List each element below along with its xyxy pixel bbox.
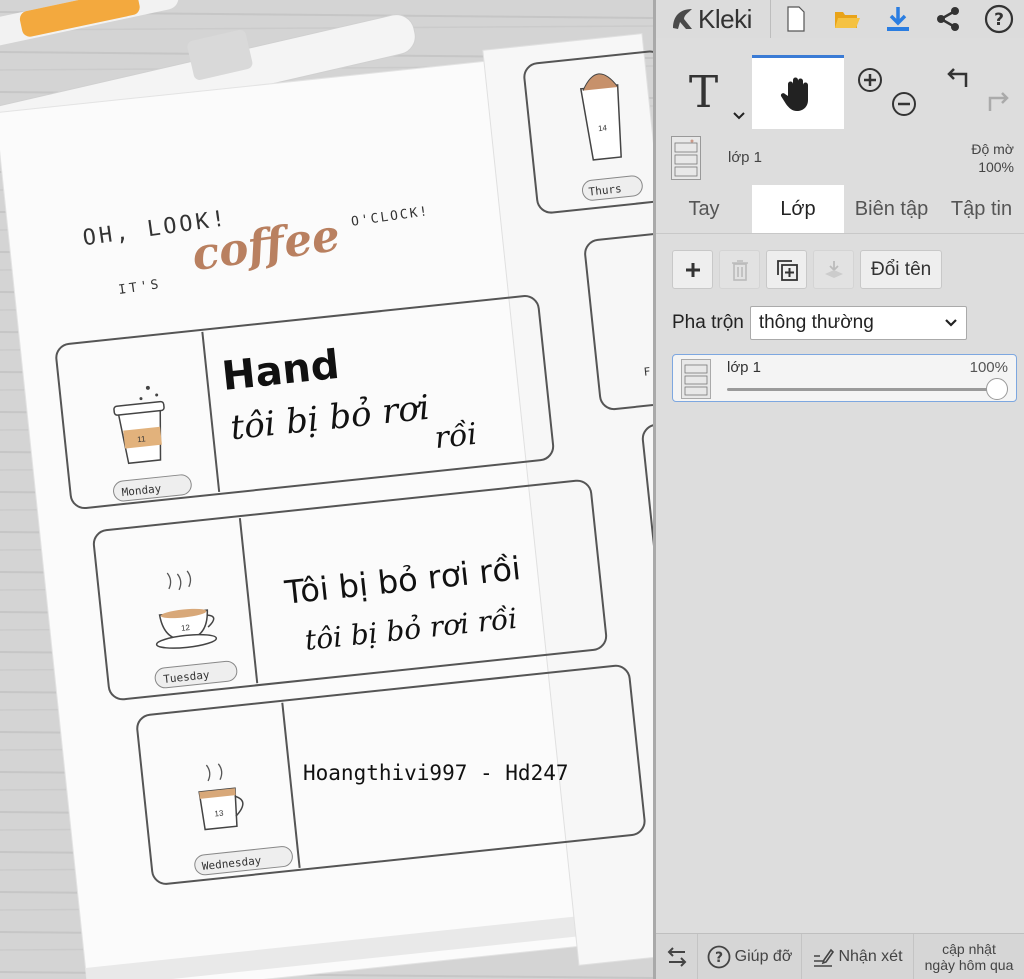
text-tool-icon: T [688, 66, 719, 118]
duplicate-icon [776, 259, 798, 281]
canvas-artwork: OH, LOOK! IT'S coffee O'CLOCK! 11 Monday… [0, 0, 653, 979]
open-image-button[interactable] [822, 0, 873, 38]
tab-layer[interactable]: Lớp [752, 185, 844, 233]
update-line1: cập nhật [942, 940, 996, 957]
opacity-value: 100% [978, 159, 1014, 175]
tab-file[interactable]: Tập tin [939, 185, 1024, 233]
redo-icon[interactable] [980, 89, 1010, 119]
layer-opacity-readout: Độ mờ 100% [971, 140, 1014, 176]
svg-text:13: 13 [214, 809, 224, 819]
update-info-link[interactable]: cập nhật ngày hôm qua [914, 934, 1024, 979]
new-image-icon [787, 6, 806, 32]
app-name: Kleki [698, 3, 752, 34]
share-button[interactable] [923, 0, 974, 38]
svg-text:F: F [643, 365, 651, 379]
zoom-controls [851, 55, 921, 129]
svg-text:14: 14 [598, 123, 608, 133]
layers-panel: Đổi tên Pha trộn thông thường lớp 1 100% [656, 233, 1024, 928]
plus-icon [685, 262, 700, 277]
right-panel: Kleki ? T lớp 1 Độ mờ 100% Tay Lớp Biên … [653, 0, 1024, 979]
add-layer-button[interactable] [672, 250, 713, 289]
delete-layer-button[interactable] [719, 250, 760, 289]
blend-mode-label: Pha trộn [672, 312, 744, 333]
share-icon [937, 7, 960, 31]
zoom-in-icon[interactable] [857, 67, 883, 93]
layer-item-thumbnail-image [682, 360, 710, 398]
feedback-label: Nhận xét [838, 947, 903, 965]
current-layer-name: lớp 1 [728, 149, 763, 166]
help-icon: ? [984, 4, 1013, 34]
layer-opacity-slider-handle[interactable] [986, 378, 1008, 400]
layer-action-buttons: Đổi tên [672, 250, 943, 289]
new-image-button[interactable] [771, 0, 822, 38]
svg-text:11: 11 [137, 434, 147, 444]
hand-tool-button[interactable] [752, 55, 844, 129]
help-link[interactable]: ? Giúp đỡ [698, 933, 802, 979]
layer-thumbnail[interactable] [671, 136, 701, 180]
kleki-logo-icon [673, 9, 692, 29]
merge-down-icon [824, 260, 843, 278]
undo-redo-controls [936, 55, 1021, 129]
blend-mode-select[interactable]: thông thường [749, 306, 967, 340]
username-watermark-text: Hoangthivi997 - Hd247 [303, 761, 569, 785]
feedback-link[interactable]: Nhận xét [802, 933, 914, 979]
layer-item-opacity: 100% [969, 359, 1008, 376]
chevron-down-icon [945, 319, 957, 327]
layer-item-thumbnail [681, 359, 711, 399]
layer-preview-row: lớp 1 Độ mờ 100% [656, 133, 1024, 183]
bottom-bar: ? Giúp đỡ Nhận xét cập nhật ngày hôm qua [656, 933, 1024, 979]
blend-mode-value: thông thường [758, 312, 874, 333]
text-tool-button[interactable]: T [656, 55, 751, 129]
download-icon [886, 7, 909, 31]
kleki-logo[interactable]: Kleki [656, 0, 772, 38]
zoom-out-icon[interactable] [891, 91, 917, 117]
tab-hand[interactable]: Tay [656, 185, 752, 233]
blend-mode-row: Pha trộn thông thường [672, 306, 967, 340]
duplicate-layer-button[interactable] [766, 250, 807, 289]
undo-icon[interactable] [946, 65, 976, 95]
help-circle-icon: ? [707, 945, 731, 968]
feedback-pen-icon [814, 948, 835, 967]
layer-opacity-slider[interactable] [727, 388, 997, 391]
merge-down-button[interactable] [813, 250, 854, 289]
svg-text:?: ? [715, 950, 723, 966]
monday-line3: rồi [433, 417, 479, 456]
trash-icon [731, 259, 748, 281]
help-label: Giúp đỡ [734, 947, 793, 965]
layer-item-name: lớp 1 [727, 359, 762, 376]
layer-thumbnail-image [672, 137, 700, 179]
hand-icon [780, 77, 808, 111]
tab-edit[interactable]: Biên tập [844, 185, 939, 233]
rename-layer-button[interactable]: Đổi tên [860, 250, 943, 289]
layer-list-item[interactable]: lớp 1 100% [672, 354, 1017, 402]
update-line2: ngày hôm qua [924, 956, 1014, 973]
open-folder-icon [835, 12, 860, 28]
top-toolbar: Kleki ? [656, 0, 1024, 38]
chevron-down-icon[interactable] [732, 111, 746, 121]
swap-panel-side-button[interactable] [656, 933, 698, 979]
drawing-canvas[interactable]: OH, LOOK! IT'S coffee O'CLOCK! 11 Monday… [0, 0, 653, 979]
help-button[interactable]: ? [973, 0, 1024, 38]
panel-tabs: Tay Lớp Biên tập Tập tin [656, 185, 1024, 233]
svg-text:?: ? [994, 10, 1004, 30]
download-button[interactable] [872, 0, 923, 38]
opacity-label: Độ mờ [971, 141, 1014, 157]
tool-row: T [656, 55, 1024, 129]
svg-text:12: 12 [181, 623, 191, 633]
swap-arrows-icon [667, 946, 686, 967]
